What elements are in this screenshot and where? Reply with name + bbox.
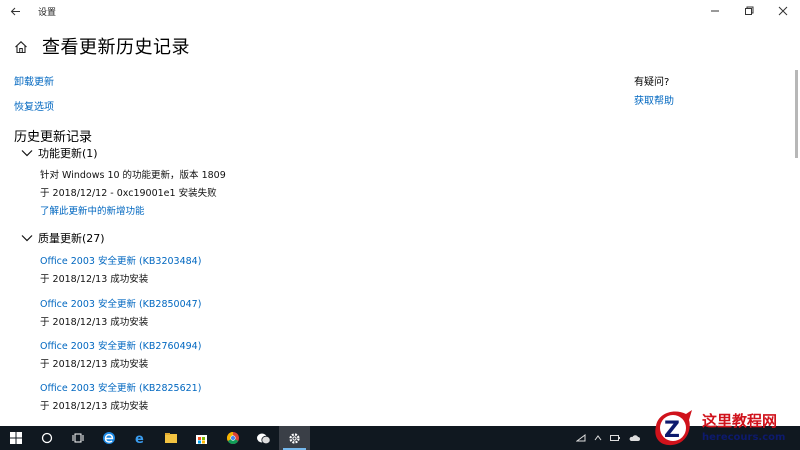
battery-icon[interactable]: [610, 434, 620, 442]
update-link[interactable]: Office 2003 安全更新 (KB2850047): [40, 296, 201, 310]
chevron-down-icon: [21, 235, 33, 242]
window-title: 设置: [38, 7, 57, 18]
quality-updates-group[interactable]: 质量更新(27): [20, 230, 105, 246]
home-icon[interactable]: [14, 39, 28, 54]
restore-button[interactable]: [732, 0, 766, 22]
chevron-down-icon: [21, 150, 33, 157]
watermark-subtitle: herecours.com: [702, 432, 786, 443]
close-button[interactable]: [766, 0, 800, 22]
windows-start-icon[interactable]: [0, 426, 31, 450]
page-title: 查看更新历史记录: [42, 37, 190, 58]
update-status: 于 2018/12/13 成功安装: [40, 401, 149, 412]
system-tray: [576, 426, 640, 450]
watermark-logo: Z 这里教程网 herecours.com: [650, 404, 800, 450]
chevron-up-icon[interactable]: [594, 434, 602, 442]
svg-text:e: e: [135, 432, 144, 445]
get-help-link[interactable]: 获取帮助: [634, 92, 674, 107]
update-status: 于 2018/12/12 - 0xc19001e1 安装失败: [40, 188, 217, 199]
update-status: 于 2018/12/13 成功安装: [40, 274, 149, 285]
feature-updates-group[interactable]: 功能更新(1): [20, 145, 98, 161]
svg-text:Z: Z: [664, 418, 680, 443]
update-status: 于 2018/12/13 成功安装: [40, 317, 149, 328]
recovery-options-link[interactable]: 恢复选项: [14, 98, 54, 113]
cloud-icon[interactable]: [628, 434, 640, 442]
scrollbar[interactable]: [795, 70, 798, 158]
update-name: 针对 Windows 10 的功能更新，版本 1809: [40, 170, 226, 181]
update-status: 于 2018/12/13 成功安装: [40, 359, 149, 370]
help-question: 有疑问?: [634, 77, 670, 88]
store-icon[interactable]: [186, 426, 217, 450]
ie-icon[interactable]: e: [124, 426, 155, 450]
settings-gear-icon[interactable]: [279, 426, 310, 450]
feature-updates-label: 功能更新(1): [38, 147, 98, 160]
uninstall-updates-link[interactable]: 卸载更新: [14, 73, 54, 88]
update-link[interactable]: Office 2003 安全更新 (KB2760494): [40, 338, 201, 352]
file-explorer-icon[interactable]: [155, 426, 186, 450]
update-link[interactable]: Office 2003 安全更新 (KB2825621): [40, 380, 201, 394]
network-icon[interactable]: [576, 434, 586, 442]
title-bar: 设置: [0, 0, 800, 22]
history-section-title: 历史更新记录: [14, 130, 93, 145]
chrome-icon[interactable]: [217, 426, 248, 450]
chat-icon[interactable]: [248, 426, 279, 450]
watermark-z-badge-icon: Z: [655, 410, 692, 446]
edge-icon[interactable]: [93, 426, 124, 450]
watermark-title: 这里教程网: [702, 412, 778, 430]
back-arrow-icon[interactable]: [0, 0, 30, 22]
task-view-icon[interactable]: [62, 426, 93, 450]
quality-updates-label: 质量更新(27): [38, 232, 105, 245]
search-circle-icon[interactable]: [31, 426, 62, 450]
update-link[interactable]: Office 2003 安全更新 (KB3203484): [40, 253, 201, 267]
minimize-button[interactable]: [698, 0, 732, 22]
whats-new-link[interactable]: 了解此更新中的新增功能: [40, 203, 145, 217]
